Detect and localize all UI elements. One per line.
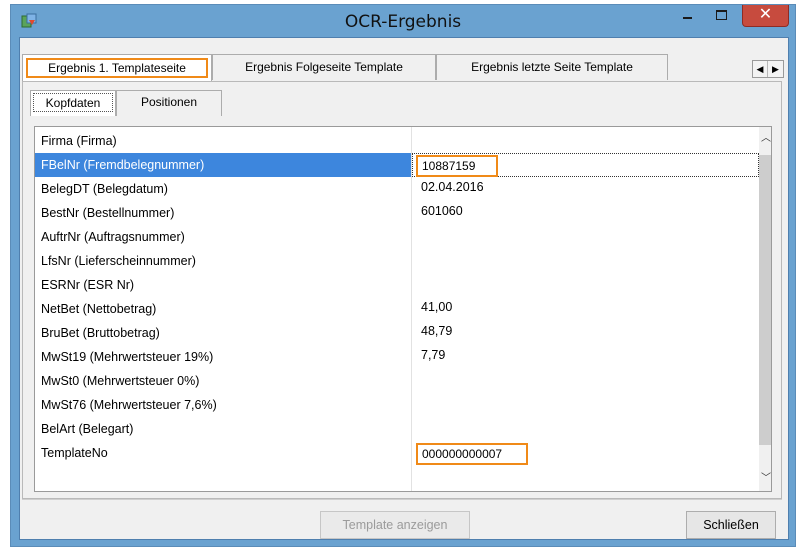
tab-scroll-left-icon[interactable]: ◀ [753, 61, 768, 77]
tab-scroll-arrows: ◀ ▶ [752, 60, 784, 78]
field-value[interactable]: 41,00 [412, 297, 759, 321]
close-window-button[interactable]: ✕ [742, 5, 789, 27]
table-row-selected[interactable]: FBelNr (Fremdbelegnummer) 10887159 [35, 153, 759, 177]
field-name: BelArt (Belegart) [41, 422, 134, 436]
vertical-scrollbar[interactable]: ︿ ﹀ [759, 127, 771, 491]
table-row[interactable]: BelegDT (Belegdatum) 02.04.2016 [35, 177, 759, 201]
close-icon: ✕ [758, 6, 773, 23]
table-row[interactable]: BestNr (Bestellnummer) 601060 [35, 201, 759, 225]
field-value[interactable] [412, 129, 759, 153]
tab-label: Ergebnis letzte Seite Template [471, 60, 633, 74]
title-bar[interactable]: OCR-Ergebnis ✕ [11, 5, 795, 37]
table-row[interactable]: AuftrNr (Auftragsnummer) [35, 225, 759, 249]
tab-focus-outline: Kopfdaten [33, 93, 113, 112]
field-name: BelegDT (Belegdatum) [41, 182, 168, 196]
table-row[interactable]: BruBet (Bruttobetrag) 48,79 [35, 321, 759, 345]
minimize-button[interactable] [673, 5, 703, 27]
field-value[interactable]: 7,79 [412, 345, 759, 369]
field-name: LfsNr (Lieferscheinnummer) [41, 254, 196, 268]
field-name: FBelNr (Fremdbelegnummer) [35, 153, 411, 177]
field-value[interactable] [412, 369, 759, 393]
minimize-icon [683, 17, 692, 19]
tab-highlight: Ergebnis 1. Templateseite [26, 58, 208, 78]
table-row[interactable]: MwSt0 (Mehrwertsteuer 0%) [35, 369, 759, 393]
table-row[interactable]: MwSt19 (Mehrwertsteuer 19%) 7,79 [35, 345, 759, 369]
scroll-up-icon[interactable]: ︿ [759, 131, 771, 147]
field-value[interactable] [412, 249, 759, 273]
maximize-button[interactable] [708, 5, 736, 27]
maximize-icon [716, 10, 727, 20]
highlighted-value[interactable]: 10887159 [416, 155, 498, 177]
footer-divider [22, 499, 782, 500]
table-row[interactable]: TemplateNo 000000000007 [35, 441, 759, 465]
tab-last-page-template[interactable]: Ergebnis letzte Seite Template [436, 54, 668, 80]
tab-scroll-right-icon[interactable]: ▶ [768, 61, 783, 77]
table-row[interactable]: BelArt (Belegart) [35, 417, 759, 441]
table-row[interactable]: NetBet (Nettobetrag) 41,00 [35, 297, 759, 321]
tab-positionen[interactable]: Positionen [116, 90, 222, 116]
property-grid: Firma (Firma) FBelNr (Fremdbelegnummer) … [34, 126, 772, 492]
field-value[interactable]: 601060 [412, 201, 759, 225]
tab-label: Positionen [140, 95, 198, 109]
tab-first-template-page[interactable]: Ergebnis 1. Templateseite [22, 54, 212, 81]
field-value[interactable] [412, 417, 759, 441]
field-name: MwSt76 (Mehrwertsteuer 7,6%) [41, 398, 217, 412]
field-name: BestNr (Bestellnummer) [41, 206, 175, 220]
table-row[interactable]: MwSt76 (Mehrwertsteuer 7,6%) [35, 393, 759, 417]
field-value[interactable] [412, 393, 759, 417]
tab-label: Kopfdaten [45, 96, 101, 110]
show-template-button[interactable]: Template anzeigen [320, 511, 470, 539]
field-name: TemplateNo [41, 446, 108, 460]
scroll-down-icon[interactable]: ﹀ [759, 471, 771, 487]
field-name: Firma (Firma) [41, 134, 117, 148]
field-value: 000000000007 [422, 447, 503, 461]
tab-following-page-template[interactable]: Ergebnis Folgeseite Template [212, 54, 436, 80]
field-value[interactable]: 02.04.2016 [412, 177, 759, 201]
highlighted-value[interactable]: 000000000007 [416, 443, 528, 465]
tab-label: Ergebnis 1. Templateseite [48, 61, 186, 75]
field-name: BruBet (Bruttobetrag) [41, 326, 160, 340]
field-name: MwSt19 (Mehrwertsteuer 19%) [41, 350, 214, 364]
table-row[interactable]: Firma (Firma) [35, 129, 759, 153]
tab-kopfdaten[interactable]: Kopfdaten [30, 90, 116, 116]
field-value: 10887159 [422, 159, 476, 173]
field-value[interactable] [412, 273, 759, 297]
field-value[interactable] [412, 225, 759, 249]
result-tab-strip: Ergebnis 1. Templateseite Ergebnis Folge… [12, 54, 668, 81]
table-row[interactable]: LfsNr (Lieferscheinnummer) [35, 249, 759, 273]
tab-label: Ergebnis Folgeseite Template [245, 60, 403, 74]
field-name: MwSt0 (Mehrwertsteuer 0%) [41, 374, 200, 388]
close-button[interactable]: Schließen [686, 511, 776, 539]
field-name: NetBet (Nettobetrag) [41, 302, 157, 316]
scrollbar-thumb[interactable] [759, 155, 771, 445]
field-name: ESRNr (ESR Nr) [41, 278, 135, 292]
table-row[interactable]: ESRNr (ESR Nr) [35, 273, 759, 297]
field-name: AuftrNr (Auftragsnummer) [41, 230, 185, 244]
field-value[interactable]: 48,79 [412, 321, 759, 345]
